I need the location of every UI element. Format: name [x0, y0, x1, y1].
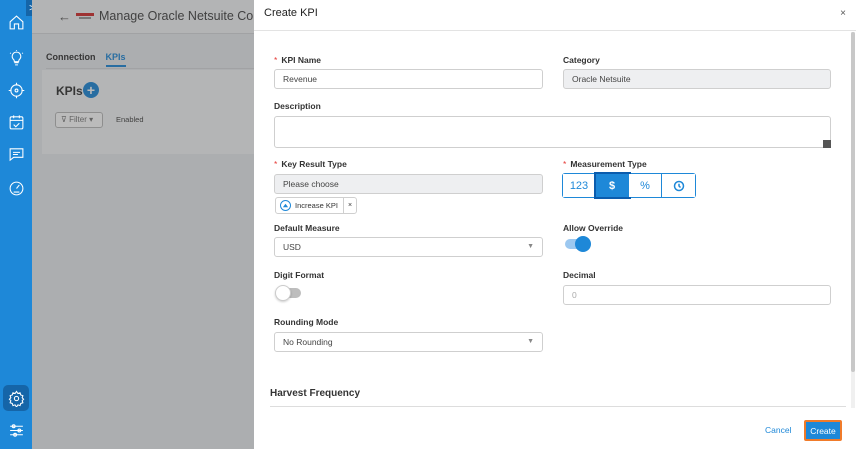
- chevron-down-icon: ▼: [527, 243, 534, 250]
- home-icon[interactable]: [8, 14, 25, 31]
- harvest-frequency-heading: Harvest Frequency: [270, 388, 361, 399]
- measurement-type-group: 123 $ %: [562, 172, 696, 199]
- section-divider: [270, 406, 846, 407]
- required-mark: *: [563, 159, 567, 169]
- chip-label: Increase KPI: [295, 201, 338, 210]
- close-icon[interactable]: ×: [840, 8, 846, 19]
- chevron-down-icon: ▼: [527, 338, 534, 345]
- category-field: Oracle Netsuite: [563, 69, 831, 89]
- clock-icon: [673, 180, 684, 191]
- increase-kpi-chip: Increase KPI ×: [275, 197, 358, 214]
- measurement-number-button[interactable]: 123: [563, 174, 596, 197]
- resize-handle[interactable]: [823, 140, 831, 148]
- measurement-type-label: * Measurement Type: [563, 159, 647, 169]
- cancel-button[interactable]: Cancel: [765, 425, 791, 435]
- create-kpi-drawer: Create KPI × * KPI Name Revenue Category …: [254, 0, 856, 449]
- default-measure-label: Default Measure: [274, 223, 340, 233]
- calendar-check-icon[interactable]: [8, 114, 25, 131]
- decimal-input[interactable]: 0: [563, 285, 831, 305]
- measurement-percent-button[interactable]: %: [629, 174, 662, 197]
- measurement-time-button[interactable]: [662, 174, 695, 197]
- allow-override-label: Allow Override: [563, 223, 623, 233]
- rounding-mode-value: No Rounding: [283, 337, 333, 347]
- kpi-name-label: * KPI Name: [274, 55, 321, 65]
- digit-format-toggle[interactable]: [275, 285, 301, 301]
- compass-icon[interactable]: [8, 82, 25, 99]
- drawer-header: Create KPI ×: [254, 0, 856, 31]
- allow-override-toggle[interactable]: [565, 236, 591, 252]
- description-textarea[interactable]: [274, 116, 831, 148]
- kpi-name-input[interactable]: Revenue: [274, 69, 543, 89]
- description-label: Description: [274, 101, 321, 111]
- drawer-title: Create KPI: [264, 7, 318, 19]
- settings-icon[interactable]: [3, 385, 29, 411]
- decimal-label: Decimal: [563, 270, 596, 280]
- toggle-knob: [575, 236, 591, 252]
- rounding-mode-label: Rounding Mode: [274, 317, 339, 327]
- required-mark: *: [274, 159, 278, 169]
- trend-up-icon: [280, 200, 291, 211]
- measurement-currency-button[interactable]: $: [594, 172, 631, 199]
- chat-icon[interactable]: [8, 146, 25, 163]
- lightbulb-icon[interactable]: [8, 50, 25, 67]
- chip-remove-button[interactable]: ×: [342, 198, 356, 213]
- default-measure-value: USD: [283, 242, 301, 252]
- sliders-icon[interactable]: [8, 422, 25, 439]
- gauge-icon[interactable]: [8, 180, 25, 197]
- digit-format-label: Digit Format: [274, 270, 325, 280]
- app-sidebar: >: [0, 0, 38, 449]
- key-result-type-select[interactable]: Please choose: [274, 174, 543, 194]
- default-measure-select[interactable]: USD ▼: [274, 237, 543, 257]
- toggle-knob: [275, 285, 291, 301]
- required-mark: *: [274, 55, 278, 65]
- scrollbar-thumb[interactable]: [851, 32, 855, 372]
- rounding-mode-select[interactable]: No Rounding ▼: [274, 332, 543, 352]
- key-result-type-label: * Key Result Type: [274, 159, 347, 169]
- category-label: Category: [563, 55, 600, 65]
- create-button[interactable]: Create: [804, 420, 842, 441]
